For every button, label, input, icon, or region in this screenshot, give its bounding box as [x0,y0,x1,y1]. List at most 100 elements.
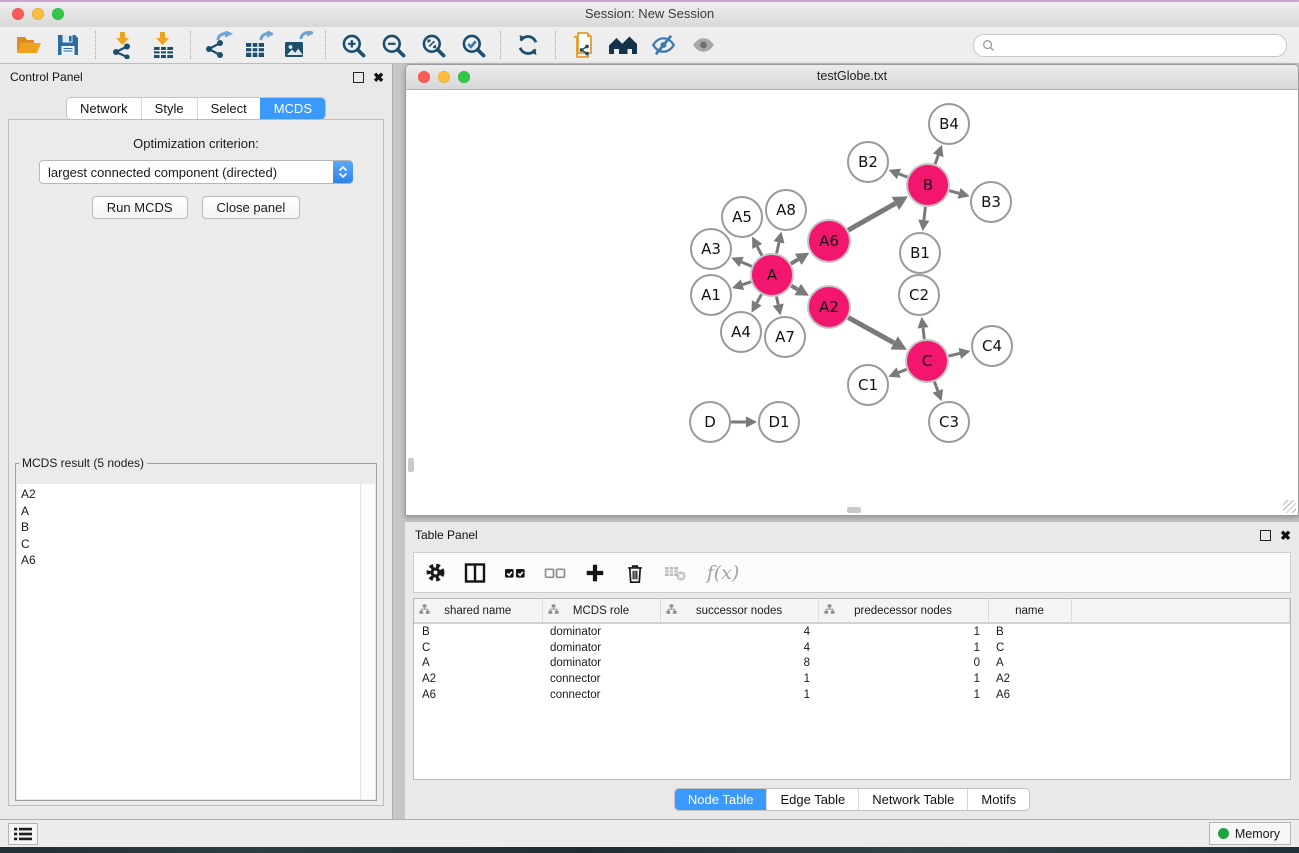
tab-network-table[interactable]: Network Table [858,789,967,810]
tab-network[interactable]: Network [67,98,141,119]
deselect-all-button[interactable] [542,559,568,587]
graph-node-A2[interactable]: A2 [808,286,850,328]
run-mcds-button[interactable]: Run MCDS [92,196,188,219]
zoom-fit-button[interactable] [413,29,453,61]
graph-edge[interactable] [899,369,907,372]
tab-style[interactable]: Style [141,98,197,119]
graph-node-A4[interactable]: A4 [721,312,761,352]
column-header-MCDS-role[interactable]: MCDS role [542,599,660,623]
graph-node-B[interactable]: B [907,164,949,206]
vertical-scroll-thumb[interactable] [408,458,414,472]
graph-edge[interactable] [848,318,894,343]
tab-mcds[interactable]: MCDS [260,98,325,119]
graph-node-A7[interactable]: A7 [765,317,805,357]
graph-edge[interactable] [777,242,779,253]
window-resize-grip[interactable] [1283,500,1296,513]
close-panel-button[interactable]: Close panel [202,196,301,219]
zoom-in-button[interactable] [333,29,373,61]
zoom-selected-button[interactable] [453,29,493,61]
network-canvas[interactable]: A A1 A2 A3 A4 A5 A6 A7 A8 B B1 B2 B3B4 C C1 C2 C3C4 D D1 [407,90,1297,514]
graph-node-C3[interactable]: C3 [929,402,969,442]
graph-node-A6[interactable]: A6 [808,220,850,262]
zoom-out-button[interactable] [373,29,413,61]
column-header-predecessor-nodes[interactable]: predecessor nodes [818,599,988,623]
graph-edge[interactable] [935,155,938,164]
graph-node-B4[interactable]: B4 [929,104,969,144]
show-panel-button[interactable] [683,29,723,61]
graph-node-C4[interactable]: C4 [972,326,1012,366]
import-network-button[interactable] [103,29,143,61]
optimization-criterion-select[interactable]: largest connected component (directed) [39,160,353,184]
graph-node-B1[interactable]: B1 [900,233,940,273]
graph-edge[interactable] [949,191,959,194]
tab-node-table[interactable]: Node Table [675,789,767,810]
task-history-button[interactable] [8,823,38,845]
home-button[interactable] [603,29,643,61]
mcds-result-item[interactable]: C [21,536,361,553]
mcds-result-item[interactable]: A6 [21,552,361,569]
graph-edge[interactable] [948,353,959,356]
graph-edge[interactable] [848,203,895,230]
export-network-button[interactable] [198,29,238,61]
float-panel-icon[interactable] [353,72,364,83]
graph-edge[interactable] [934,382,937,391]
column-header-name[interactable]: name [988,599,1071,623]
table-close-panel-icon[interactable]: ✖ [1280,529,1291,542]
graph-edge[interactable] [742,282,751,285]
tab-motifs[interactable]: Motifs [967,789,1029,810]
graph-node-C[interactable]: C [906,340,948,382]
graph-edge[interactable] [923,328,924,339]
result-scrollbar[interactable] [360,484,375,799]
graph-node-B2[interactable]: B2 [848,142,888,182]
tab-edge-table[interactable]: Edge Table [766,789,858,810]
save-session-button[interactable] [48,29,88,61]
graph-node-D1[interactable]: D1 [759,402,799,442]
delete-columns-button[interactable] [622,559,648,587]
graph-edge[interactable] [757,294,762,303]
search-input[interactable] [1000,37,1278,53]
graph-edge[interactable] [777,297,779,305]
close-panel-icon[interactable]: ✖ [373,71,384,84]
table-row[interactable]: Bdominator41B [414,623,1290,640]
export-image-button[interactable] [278,29,318,61]
import-table-button[interactable] [143,29,183,61]
graph-node-B3[interactable]: B3 [971,182,1011,222]
memory-button[interactable]: Memory [1209,822,1291,845]
table-row[interactable]: A2connector11A2 [414,671,1290,687]
table-float-panel-icon[interactable] [1260,530,1271,541]
mcds-result-item[interactable]: B [21,519,361,536]
graph-node-A3[interactable]: A3 [691,229,731,269]
graph-edge[interactable] [791,286,798,290]
mcds-result-item[interactable]: A2 [21,486,361,503]
table-row[interactable]: Adominator80A [414,656,1290,672]
table-row[interactable]: A6connector11A6 [414,687,1290,703]
column-header-shared-name[interactable]: shared name [414,599,542,623]
show-columns-button[interactable] [462,559,488,587]
graph-edge[interactable] [757,246,762,255]
graph-node-A8[interactable]: A8 [766,190,806,230]
graph-edge[interactable] [924,207,926,220]
search-box[interactable] [973,34,1287,57]
graph-node-A1[interactable]: A1 [691,275,731,315]
open-session-button[interactable] [8,29,48,61]
tab-select[interactable]: Select [197,98,260,119]
table-row[interactable]: Cdominator41C [414,640,1290,656]
mcds-result-item[interactable]: A [21,503,361,520]
create-column-button[interactable] [582,559,608,587]
graph-node-A[interactable]: A [751,254,793,296]
graph-edge[interactable] [741,262,751,266]
hide-panel-button[interactable] [643,29,683,61]
new-network-from-selection-button[interactable] [563,29,603,61]
column-header-successor-nodes[interactable]: successor nodes [660,599,818,623]
apply-preferred-layout-button[interactable] [508,29,548,61]
graph-node-C1[interactable]: C1 [848,365,888,405]
graph-node-A5[interactable]: A5 [722,197,762,237]
export-table-button[interactable] [238,29,278,61]
horizontal-scroll-thumb[interactable] [847,507,861,513]
graph-node-C2[interactable]: C2 [899,275,939,315]
graph-node-D[interactable]: D [690,402,730,442]
table-options-button[interactable] [422,559,448,587]
select-all-button[interactable] [502,559,528,587]
graph-edge[interactable] [791,259,798,263]
graph-edge[interactable] [899,174,908,177]
